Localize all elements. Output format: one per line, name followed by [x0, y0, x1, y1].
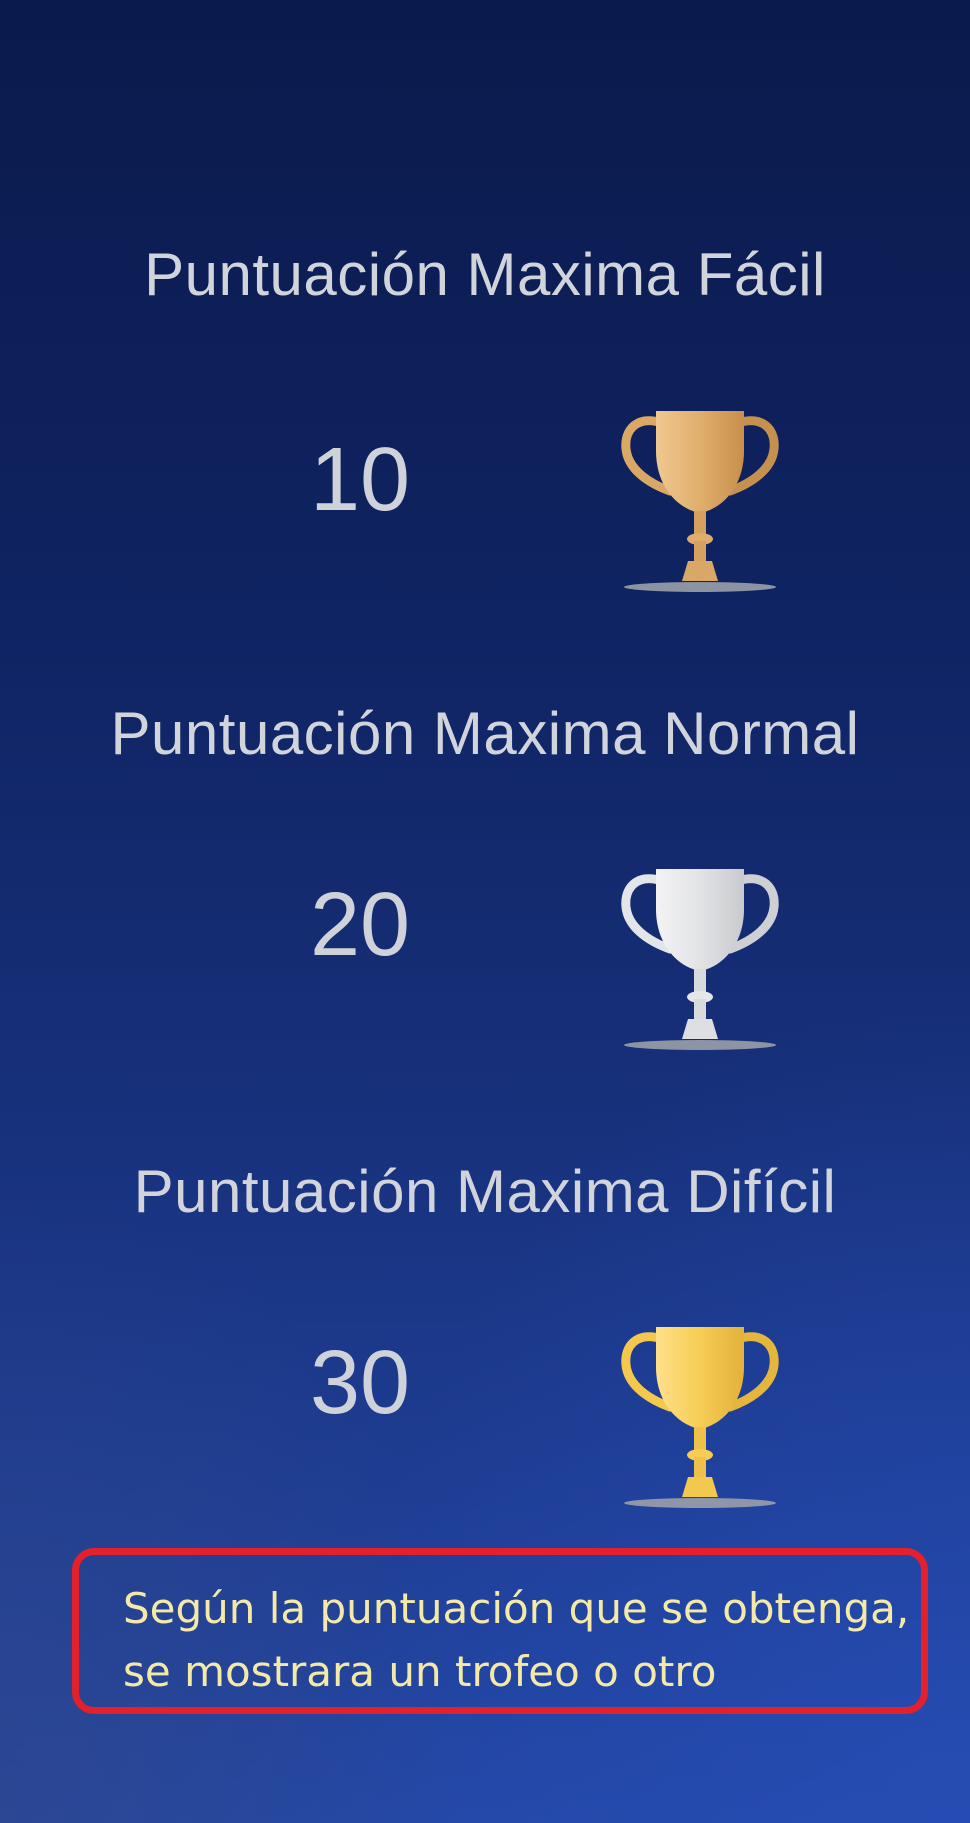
hard-score-title: Puntuación Maxima Difícil [133, 1158, 837, 1225]
easy-score-value: 10 [309, 430, 411, 530]
normal-score-value: 20 [309, 875, 411, 975]
hard-score-value: 30 [309, 1333, 411, 1433]
note-line-2: se mostrara un trofeo o otro [123, 1647, 717, 1696]
trophy-explanation-note: Según la puntuación que se obtenga, se m… [72, 1548, 928, 1714]
high-scores-screen: Puntuación Maxima Fácil 10 Puntuación Ma… [0, 0, 970, 1823]
bronze-trophy-icon [618, 405, 782, 595]
easy-score-title: Puntuación Maxima Fácil [144, 241, 826, 308]
note-line-1: Según la puntuación que se obtenga, [123, 1584, 910, 1633]
gold-trophy-icon [618, 1321, 782, 1511]
normal-score-title: Puntuación Maxima Normal [110, 700, 860, 767]
silver-trophy-icon [618, 863, 782, 1053]
